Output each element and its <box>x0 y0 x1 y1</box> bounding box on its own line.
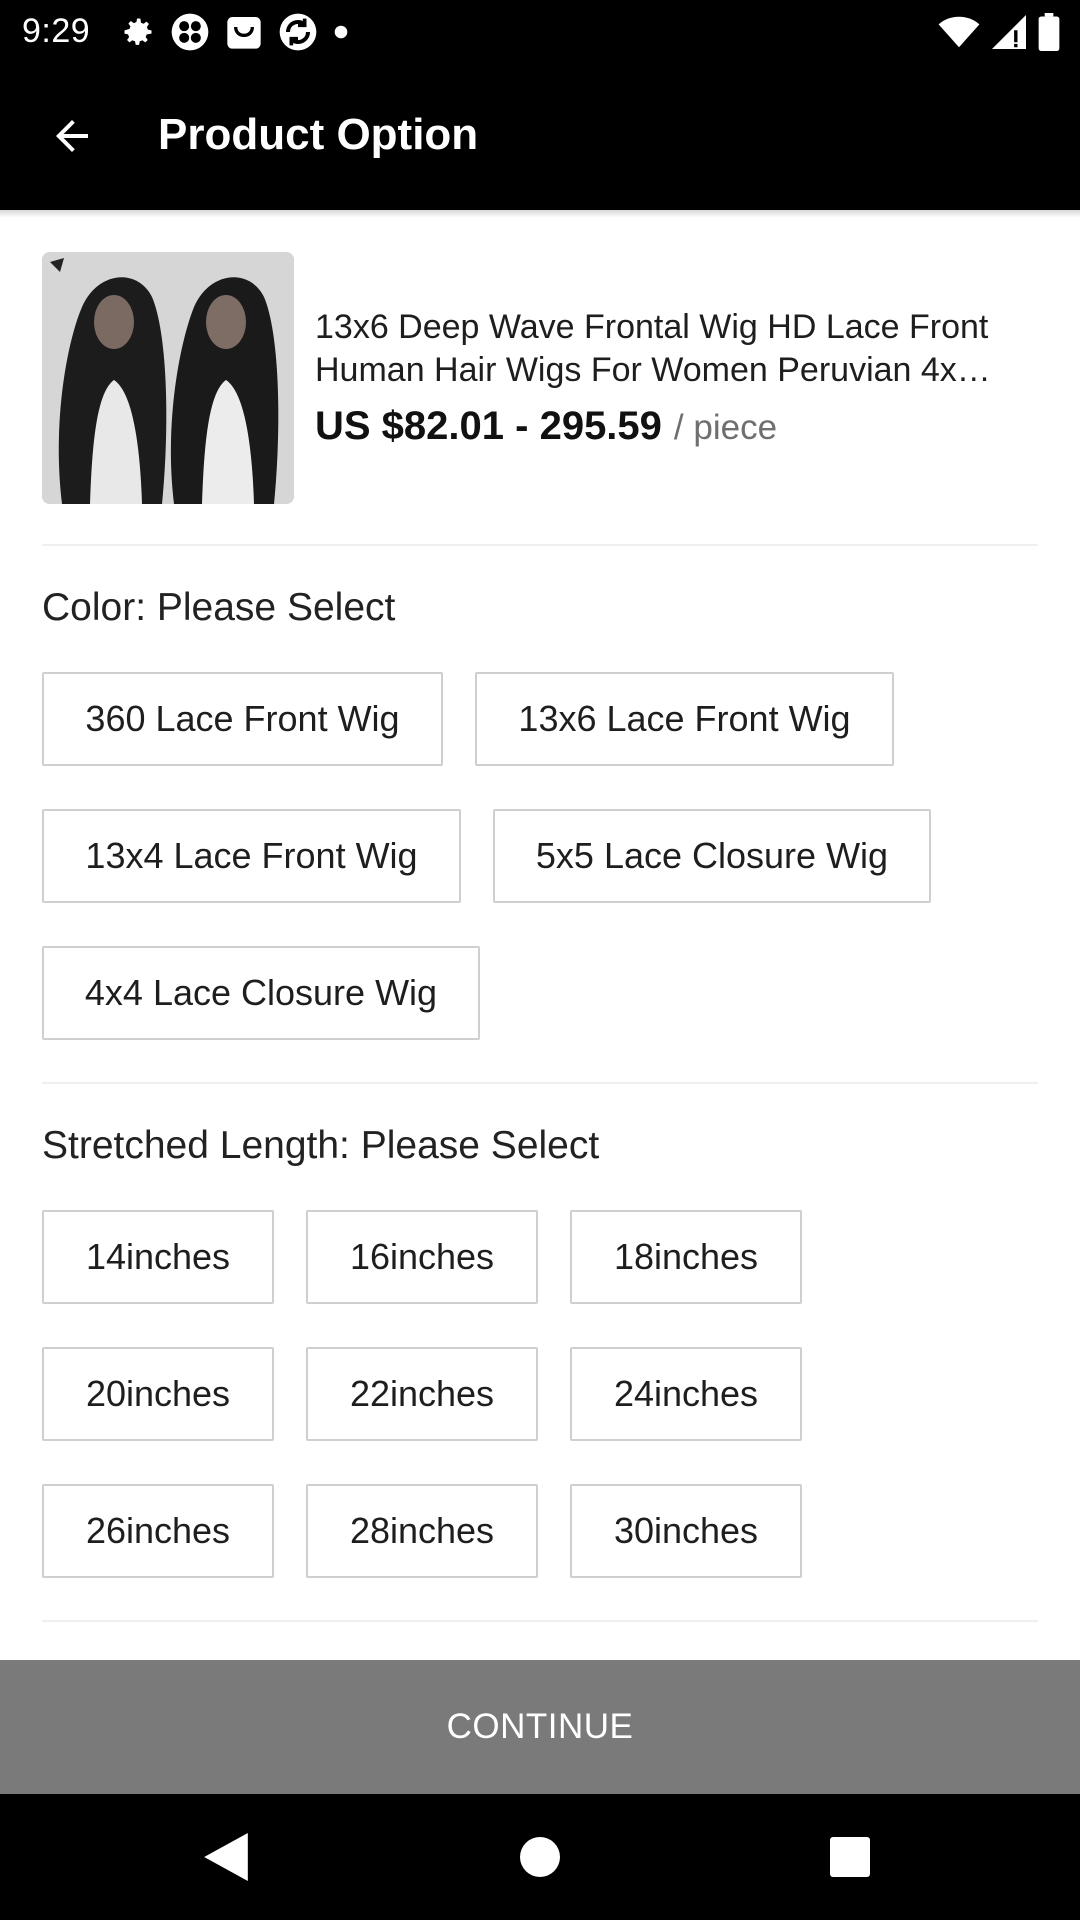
divider <box>42 544 1038 546</box>
divider <box>42 1082 1038 1084</box>
nav-back-button[interactable] <box>186 1824 266 1890</box>
status-time: 9:29 <box>22 12 91 50</box>
continue-button[interactable]: CONTINUE <box>0 1660 1080 1794</box>
color-option-360-lace-front-wig[interactable]: 360 Lace Front Wig <box>42 672 443 766</box>
color-section-label: Color: Please Select <box>42 586 396 629</box>
color-option-13x4-lace-front-wig[interactable]: 13x4 Lace Front Wig <box>42 809 461 903</box>
dot-icon <box>334 25 348 39</box>
signal-icon <box>992 15 1026 49</box>
length-option-22inches[interactable]: 22inches <box>306 1347 538 1441</box>
length-option-28inches[interactable]: 28inches <box>306 1484 538 1578</box>
arrow-back-icon <box>56 120 88 152</box>
price-unit: / piece <box>673 408 778 447</box>
circle-home-icon <box>520 1837 560 1877</box>
square-recents-icon <box>830 1837 870 1877</box>
length-section-label: Stretched Length: Please Select <box>42 1124 600 1167</box>
app-bar-shadow <box>0 210 1080 218</box>
color-option-13x6-lace-front-wig[interactable]: 13x6 Lace Front Wig <box>475 672 894 766</box>
app-bar: Product Option <box>0 62 1080 210</box>
system-icons <box>938 12 1060 52</box>
gear-icon <box>124 18 152 45</box>
bag-icon <box>227 17 261 49</box>
page-title: Product Option <box>158 110 479 159</box>
status-bar: 9:29 <box>0 0 1080 62</box>
length-option-14inches[interactable]: 14inches <box>42 1210 274 1304</box>
product-price: US $82.01 - 295.59 <box>315 404 662 448</box>
length-option-30inches[interactable]: 30inches <box>570 1484 802 1578</box>
product-price-row: US $82.01 - 295.59 / piece <box>315 404 777 449</box>
color-option-4x4-lace-closure-wig[interactable]: 4x4 Lace Closure Wig <box>42 946 480 1040</box>
length-option-26inches[interactable]: 26inches <box>42 1484 274 1578</box>
notification-icons <box>120 12 350 52</box>
battery-icon <box>1038 13 1060 51</box>
length-option-16inches[interactable]: 16inches <box>306 1210 538 1304</box>
product-title: 13x6 Deep Wave Frontal Wig HD Lace Front… <box>315 308 991 389</box>
back-button[interactable] <box>36 106 108 166</box>
nav-recents-button[interactable] <box>810 1824 890 1890</box>
length-option-18inches[interactable]: 18inches <box>570 1210 802 1304</box>
length-option-24inches[interactable]: 24inches <box>570 1347 802 1441</box>
color-option-5x5-lace-closure-wig[interactable]: 5x5 Lace Closure Wig <box>493 809 931 903</box>
product-summary: 13x6 Deep Wave Frontal Wig HD Lace Front… <box>42 252 1038 504</box>
pinwheel-icon <box>171 13 209 51</box>
sync-icon <box>279 13 317 51</box>
length-option-20inches[interactable]: 20inches <box>42 1347 274 1441</box>
system-nav-bar <box>0 1794 1080 1920</box>
options-content[interactable]: 13x6 Deep Wave Frontal Wig HD Lace Front… <box>0 210 1080 1660</box>
divider <box>42 1620 1038 1622</box>
wifi-icon <box>938 16 980 48</box>
product-image <box>42 252 294 504</box>
nav-home-button[interactable] <box>500 1824 580 1890</box>
triangle-back-icon <box>204 1833 248 1881</box>
